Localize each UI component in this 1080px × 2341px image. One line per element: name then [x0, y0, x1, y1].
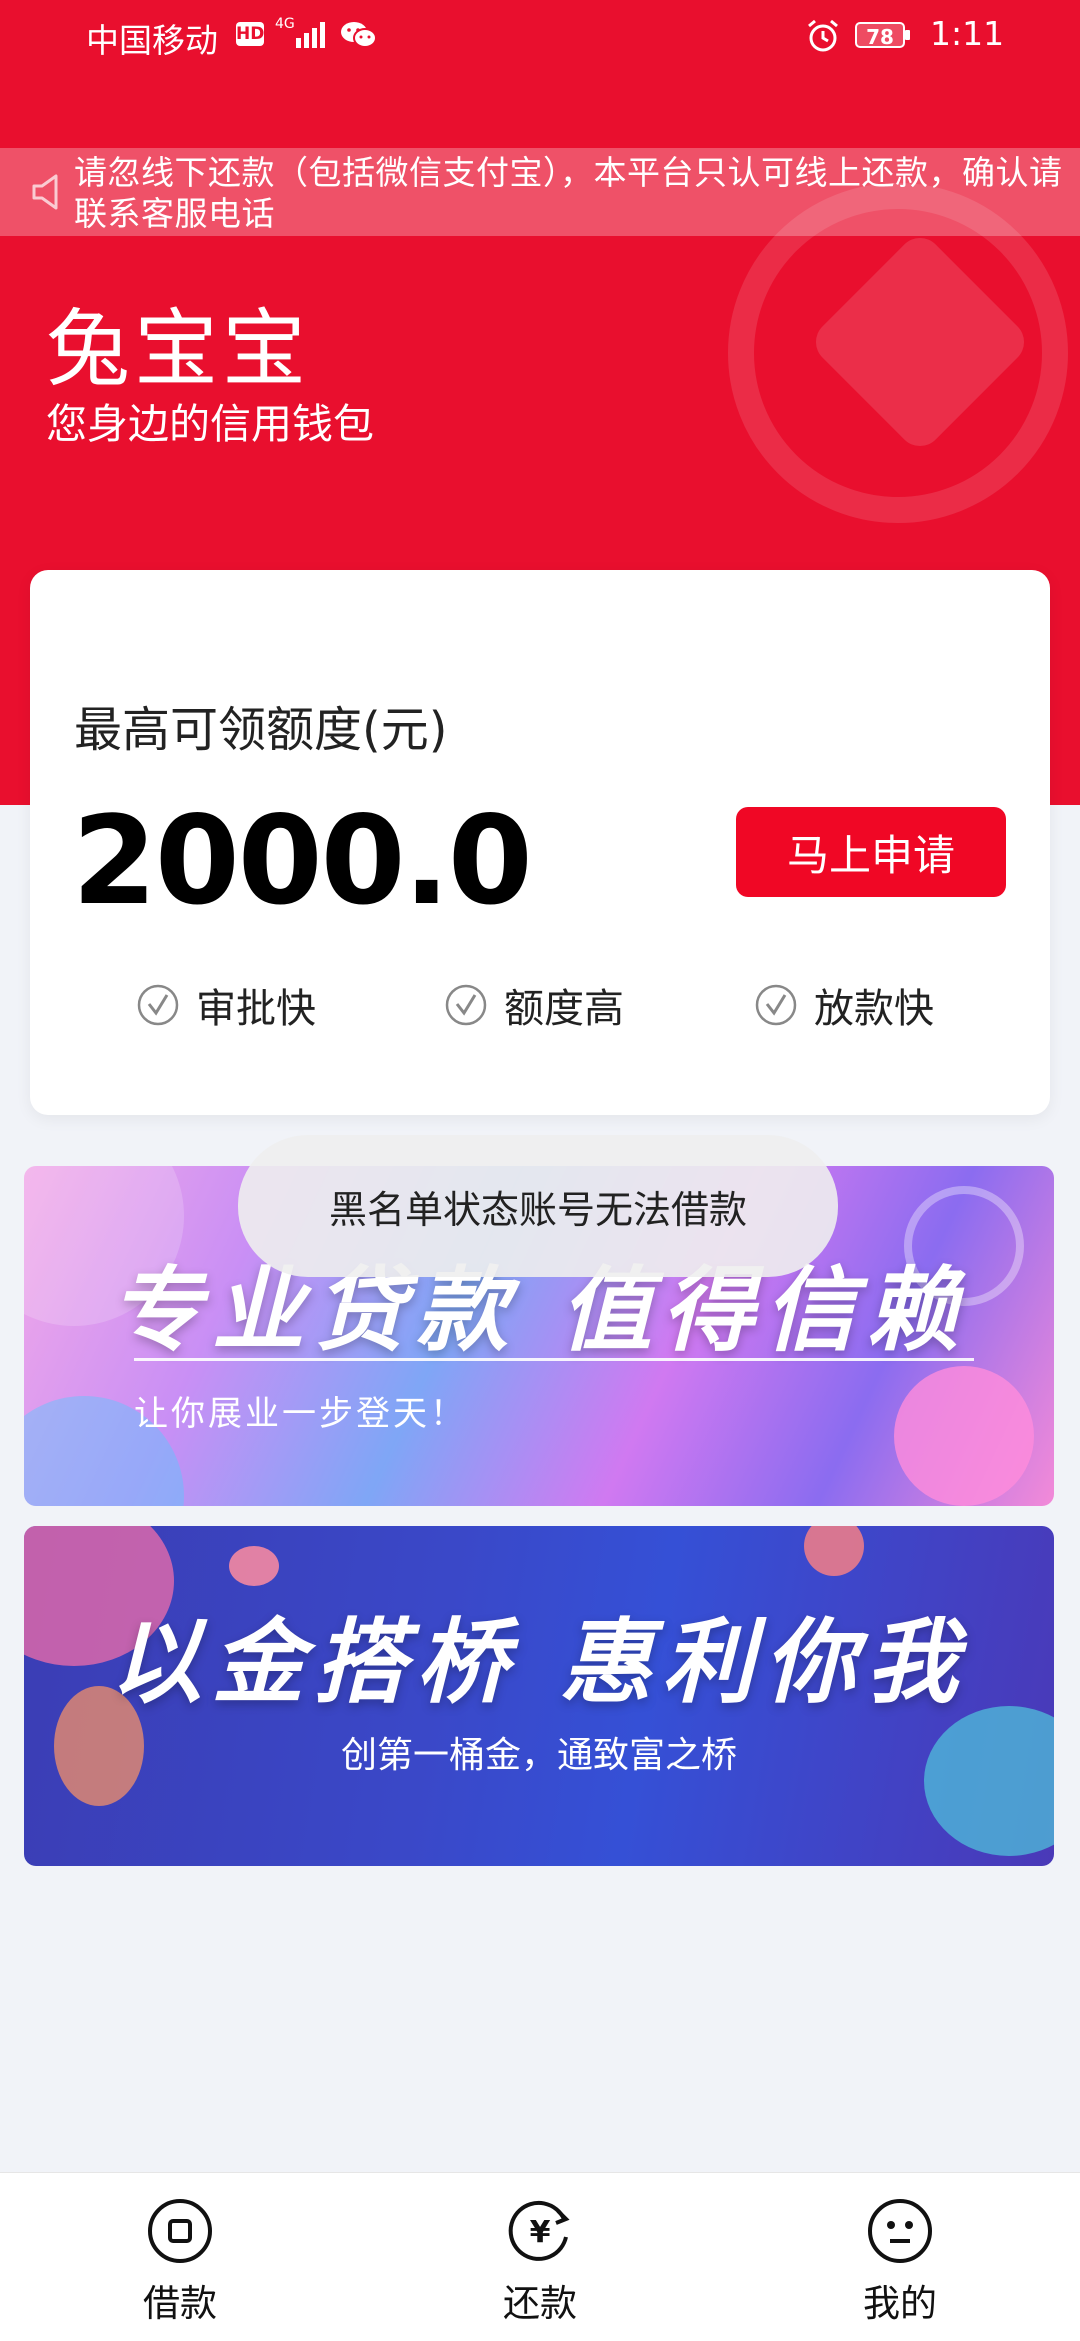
alarm-icon	[808, 19, 838, 52]
repay-icon: ¥	[508, 2200, 570, 2261]
feature-label: 额度高	[504, 986, 624, 1032]
nav-label-repay: 还款	[503, 2282, 577, 2325]
wechat-icon	[341, 22, 377, 48]
apply-now-button[interactable]: 马上申请	[736, 807, 1006, 897]
check-icon	[445, 984, 487, 1026]
promo-banner-2[interactable]: 以金搭桥 惠利你我 创第一桶金，通致富之桥	[24, 1526, 1054, 1866]
credit-limit-card: 最高可领额度(元) 2000.0 马上申请 审批快 额度高 放款快	[30, 570, 1050, 1115]
battery-icon: 78	[855, 22, 905, 49]
feature-item: 额度高	[444, 975, 624, 1035]
battery-indicator: 78	[855, 22, 911, 50]
notice-bar: 请忽线下还款（包括微信支付宝），本平台只认可线上还款，确认请联系客服电话	[0, 148, 1080, 236]
profile-icon	[868, 2199, 932, 2263]
feature-list: 审批快 额度高 放款快	[30, 975, 1050, 1035]
toast-message: 黑名单状态账号无法借款	[238, 1135, 838, 1277]
battery-level: 78	[866, 25, 894, 49]
nav-item-loan[interactable]: 借款	[80, 2173, 280, 2341]
check-icon	[137, 984, 179, 1026]
loan-icon	[148, 2199, 212, 2263]
notice-text: 请忽线下还款（包括微信支付宝），本平台只认可线上还款，确认请联系客服电话	[74, 153, 1063, 233]
banner-divider	[134, 1358, 974, 1361]
nav-label-loan: 借款	[143, 2282, 217, 2325]
network-type: 4G	[275, 16, 295, 32]
carrier-name: 中国移动	[86, 21, 218, 60]
feature-label: 放款快	[814, 986, 934, 1032]
feature-label: 审批快	[196, 986, 316, 1032]
bottom-nav: 借款 ¥ 还款 我的	[0, 2172, 1080, 2341]
status-bar: 中国移动 HD 4G 78 1:11	[0, 0, 1080, 75]
signal-icon	[296, 22, 325, 48]
feature-item: 审批快	[136, 975, 316, 1035]
banner-tagline: 创第一桶金，通致富之桥	[340, 1735, 737, 1776]
clock: 1:11	[930, 14, 1005, 53]
banner-tagline: 让你展业一步登天！	[134, 1394, 467, 1434]
feature-item: 放款快	[754, 975, 934, 1035]
nav-label-mine: 我的	[863, 2282, 937, 2325]
app-title: 兔宝宝	[46, 300, 311, 398]
hd-badge: HD	[236, 22, 265, 46]
limit-label: 最高可领额度(元)	[74, 702, 448, 758]
toast-text: 黑名单状态账号无法借款	[328, 1187, 747, 1232]
banner-headline: 以金搭桥 惠利你我	[109, 1609, 969, 1716]
nav-item-mine[interactable]: 我的	[800, 2173, 1000, 2341]
app-subtitle: 您身边的信用钱包	[46, 400, 374, 448]
speaker-icon	[32, 174, 58, 210]
limit-amount: 2000.0	[72, 790, 533, 932]
svg-text:¥: ¥	[530, 2215, 551, 2250]
check-icon	[755, 984, 797, 1026]
nav-item-repay[interactable]: ¥ 还款	[440, 2173, 640, 2341]
